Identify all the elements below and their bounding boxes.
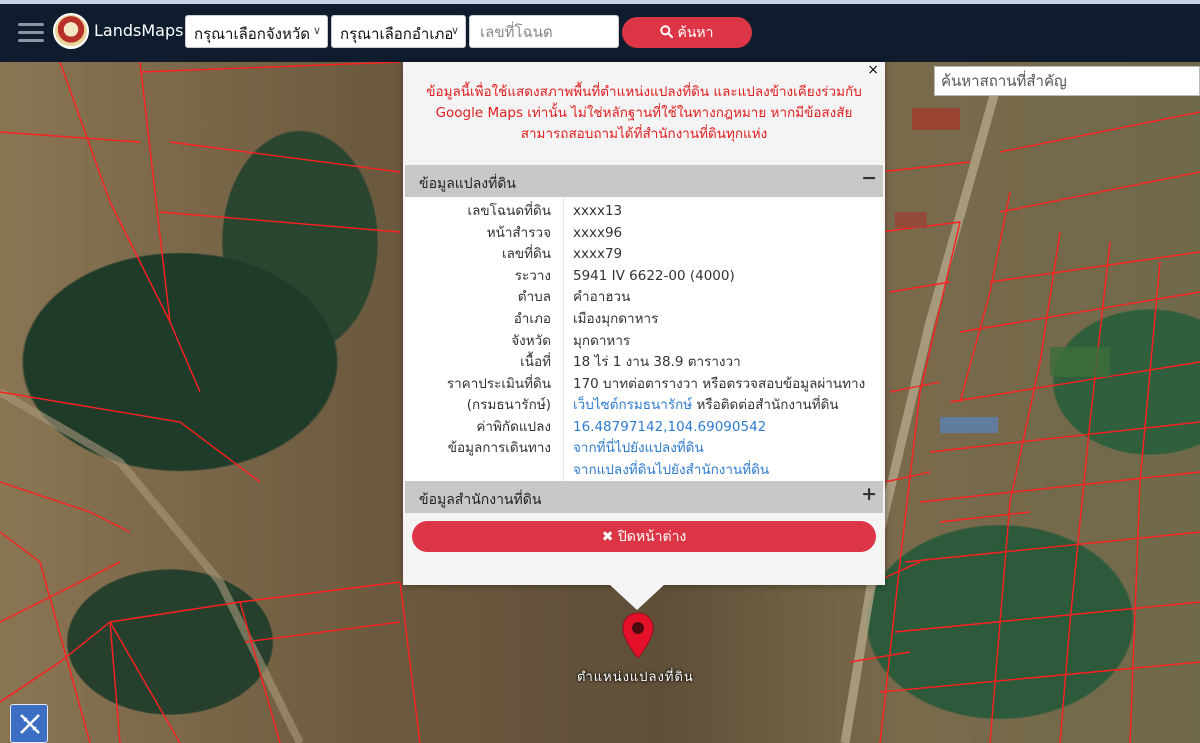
close-icon[interactable]: ×	[867, 62, 879, 78]
label-ravang: ระวาง	[514, 268, 551, 284]
disclaimer-text: ข้อมูลนี้เพื่อใช้แสดงสภาพพื้นที่ตำแหน่งแ…	[426, 84, 862, 142]
row-deed-no: เลขโฉนดที่ดิน xxxx13	[405, 201, 883, 223]
province-select-value: กรุณาเลือกจังหวัด	[194, 25, 311, 43]
value-appraisal: 170 บาทต่อตารางวา หรือตรวจสอบข้อมูลผ่านท…	[573, 376, 866, 392]
row-survey-page: หน้าสำรวจ xxxx96	[405, 223, 883, 245]
deed-number-input[interactable]	[469, 15, 619, 48]
row-area: เนื้อที่ 18 ไร่ 1 งาน 38.9 ตารางวา	[405, 352, 883, 374]
district-select-value: กรุณาเลือกอำเภอ	[340, 25, 454, 43]
label-travel: ข้อมูลการเดินทาง	[447, 440, 551, 456]
search-icon	[660, 24, 674, 38]
expand-icon[interactable]: +	[861, 483, 877, 505]
label-area: เนื้อที่	[520, 354, 551, 370]
row-ravang: ระวาง 5941 IV 6622-00 (4000)	[405, 266, 883, 288]
land-info-section-title: ข้อมูลแปลงที่ดิน	[419, 176, 517, 192]
treasury-website-link[interactable]: เว็บไซต์กรมธนารักษ์ หรือติดต่อสำนักงานที…	[573, 395, 839, 415]
row-appraisal: ราคาประเมินที่ดิน 170 บาทต่อตารางวา หรือ…	[405, 374, 883, 396]
value-ravang: 5941 IV 6622-00 (4000)	[573, 268, 735, 284]
treasury-suffix: หรือติดต่อสำนักงานที่ดิน	[692, 397, 839, 413]
row-treasury: (กรมธนารักษ์) เว็บไซต์กรมธนารักษ์ หรือติ…	[405, 395, 883, 417]
value-deed-no: xxxx13	[573, 203, 623, 219]
label-amphoe: อำเภอ	[513, 311, 551, 327]
value-tambon: คำอาฮวน	[573, 289, 631, 305]
brand-name: LandsMaps	[94, 21, 184, 40]
label-deed-no: เลขโฉนดที่ดิน	[467, 203, 551, 219]
row-travel-2: จากแปลงที่ดินไปยังสำนักงานที่ดิน	[405, 460, 883, 482]
value-survey-page: xxxx96	[573, 225, 623, 241]
travel-link-parcel-to-office[interactable]: จากแปลงที่ดินไปยังสำนักงานที่ดิน	[573, 460, 769, 480]
label-survey-page: หน้าสำรวจ	[486, 225, 551, 241]
value-amphoe: เมืองมุกดาหาร	[573, 311, 659, 327]
province-select[interactable]: กรุณาเลือกจังหวัด ∨	[185, 15, 328, 48]
label-treasury: (กรมธนารักษ์)	[466, 397, 551, 413]
collapse-icon[interactable]: −	[861, 167, 877, 189]
office-info-section-title: ข้อมูลสำนักงานที่ดิน	[419, 492, 542, 508]
label-land-no: เลขที่ดิน	[501, 246, 551, 262]
label-tambon: ตำบล	[517, 289, 551, 305]
value-area: 18 ไร่ 1 งาน 38.9 ตารางวา	[573, 354, 741, 370]
map-pin-icon[interactable]	[621, 612, 655, 660]
value-province: มุกดาหาร	[573, 333, 631, 349]
chevron-down-icon: ∨	[450, 24, 459, 37]
row-province: จังหวัด มุกดาหาร	[405, 331, 883, 353]
ruler-pencil-icon	[20, 714, 40, 734]
landsmaps-logo	[53, 13, 89, 49]
row-tambon: ตำบล คำอาฮวน	[405, 287, 883, 309]
hamburger-icon[interactable]	[18, 23, 44, 43]
chevron-down-icon: ∨	[312, 24, 321, 37]
label-province: จังหวัด	[511, 333, 551, 349]
row-travel: ข้อมูลการเดินทาง จากที่นี่ไปยังแปลงที่ดิ…	[405, 438, 883, 460]
land-info-table: เลขโฉนดที่ดิน xxxx13 หน้าสำรวจ xxxx96 เล…	[405, 197, 883, 481]
office-info-section-header[interactable]: ข้อมูลสำนักงานที่ดิน +	[405, 481, 883, 513]
marker-label: ตำแหน่งแปลงที่ดิน	[577, 670, 694, 685]
row-amphoe: อำเภอ เมืองมุกดาหาร	[405, 309, 883, 331]
search-button-label: ค้นหา	[677, 24, 714, 41]
coords-link[interactable]: 16.48797142,104.69090542	[573, 417, 766, 437]
popup-tail	[610, 585, 664, 610]
travel-link-here-to-parcel[interactable]: จากที่นี่ไปยังแปลงที่ดิน	[573, 438, 704, 458]
label-appraisal: ราคาประเมินที่ดิน	[446, 376, 551, 392]
close-window-button[interactable]: ✖ ปิดหน้าต่าง	[412, 521, 876, 552]
label-coords: ค่าพิกัดแปลง	[476, 419, 551, 435]
district-select[interactable]: กรุณาเลือกอำเภอ ∨	[331, 15, 466, 48]
row-land-no: เลขที่ดิน xxxx79	[405, 244, 883, 266]
land-info-section-header[interactable]: ข้อมูลแปลงที่ดิน −	[405, 165, 883, 197]
navbar: LandsMaps กรุณาเลือกจังหวัด ∨ กรุณาเลือก…	[0, 4, 1200, 62]
measure-tool-button[interactable]	[10, 704, 48, 743]
treasury-link-text[interactable]: เว็บไซต์กรมธนารักษ์	[573, 397, 692, 413]
poi-search-input[interactable]	[934, 66, 1200, 96]
parcel-info-popup: × ข้อมูลนี้เพื่อใช้แสดงสภาพพื้นที่ตำแหน่…	[403, 62, 885, 585]
value-land-no: xxxx79	[573, 246, 623, 262]
search-button[interactable]: ค้นหา	[622, 17, 752, 48]
row-coords: ค่าพิกัดแปลง 16.48797142,104.69090542	[405, 417, 883, 439]
